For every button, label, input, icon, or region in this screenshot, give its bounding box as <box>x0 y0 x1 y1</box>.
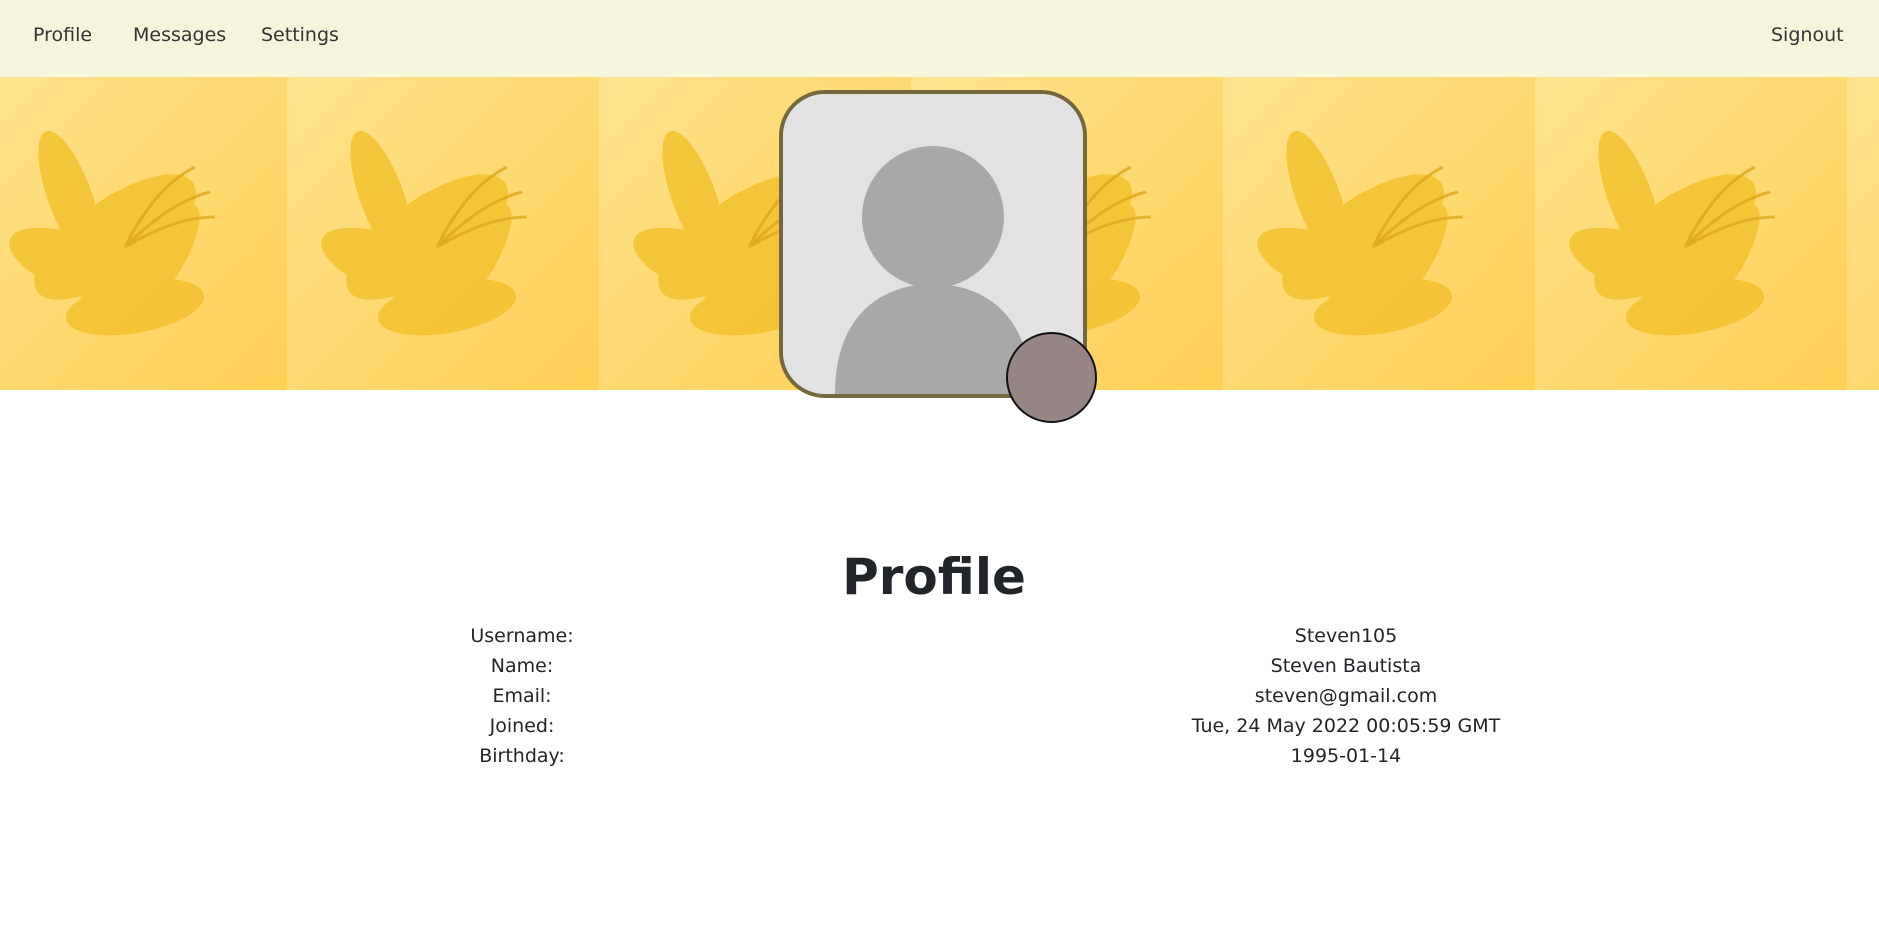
banner-lily-tile <box>1535 77 1847 390</box>
username-value: Steven105 <box>1294 625 1398 647</box>
nav-link-settings[interactable]: Settings <box>261 24 339 46</box>
info-row-username: Username: Steven105 <box>0 625 1879 655</box>
nav-link-profile[interactable]: Profile <box>33 24 92 46</box>
banner-lily-tile <box>0 77 287 390</box>
banner-lily-tile <box>287 77 599 390</box>
info-row-name: Name: Steven Bautista <box>0 655 1879 685</box>
top-navbar: Profile Messages Settings Signout <box>0 0 1879 77</box>
joined-value: Tue, 24 May 2022 00:05:59 GMT <box>1191 715 1501 737</box>
banner-lily-tile <box>1847 77 1879 390</box>
name-value: Steven Bautista <box>1270 655 1422 677</box>
banner-lily-tile <box>1223 77 1535 390</box>
birthday-label: Birthday: <box>479 745 565 767</box>
nav-link-signout[interactable]: Signout <box>1771 24 1844 46</box>
info-row-email: Email: steven@gmail.com <box>0 685 1879 715</box>
username-label: Username: <box>470 625 574 647</box>
info-row-joined: Joined: Tue, 24 May 2022 00:05:59 GMT <box>0 715 1879 745</box>
email-value: steven@gmail.com <box>1254 685 1438 707</box>
page-title: Profile <box>842 548 1026 606</box>
email-label: Email: <box>492 685 552 707</box>
name-label: Name: <box>490 655 554 677</box>
info-row-birthday: Birthday: 1995-01-14 <box>0 745 1879 775</box>
birthday-value: 1995-01-14 <box>1290 745 1402 767</box>
nav-link-messages[interactable]: Messages <box>133 24 226 46</box>
avatar-status-dot[interactable] <box>1006 332 1097 423</box>
joined-label: Joined: <box>489 715 555 737</box>
